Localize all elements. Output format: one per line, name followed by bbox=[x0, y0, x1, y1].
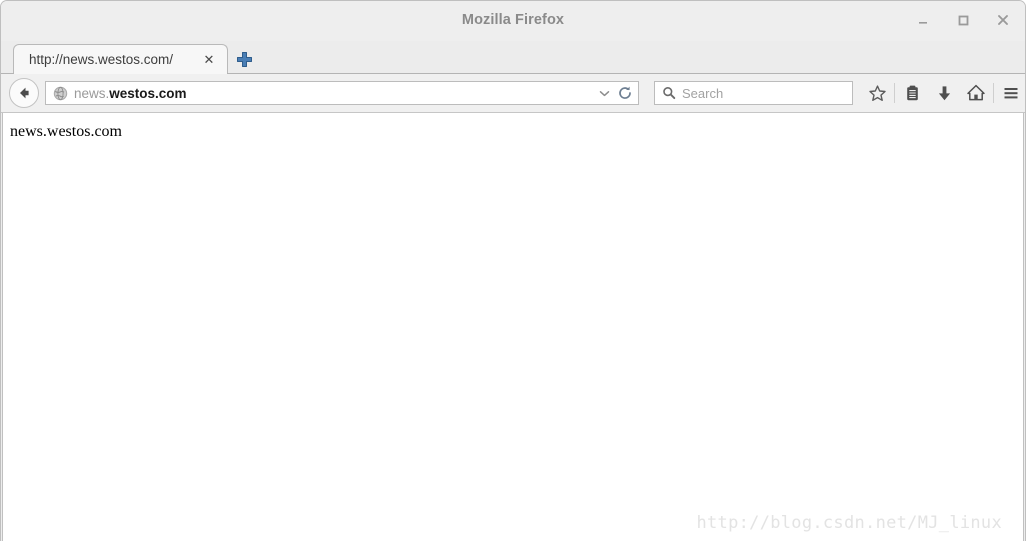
home-icon bbox=[967, 84, 985, 101]
download-arrow-icon bbox=[938, 85, 950, 100]
page-content-area: news.westos.com http://blog.csdn.net/MJ_… bbox=[2, 113, 1024, 541]
clipboard-icon bbox=[906, 85, 918, 100]
plus-icon bbox=[236, 51, 252, 67]
watermark-text: http://blog.csdn.net/MJ_linux bbox=[696, 513, 1002, 533]
close-icon bbox=[998, 15, 1008, 25]
tab-strip: http://news.westos.com/ ✕ bbox=[1, 41, 1025, 74]
search-icon bbox=[662, 86, 676, 100]
toolbar-separator bbox=[894, 83, 895, 103]
hamburger-menu-icon bbox=[1004, 88, 1018, 99]
maximize-button[interactable] bbox=[951, 9, 975, 31]
url-bar[interactable]: news.westos.com bbox=[45, 81, 639, 105]
tab-label: http://news.westos.com/ bbox=[29, 51, 174, 67]
home-button[interactable] bbox=[960, 79, 992, 107]
url-prefix: news. bbox=[74, 85, 110, 101]
toolbar-buttons bbox=[861, 79, 1025, 107]
minimize-icon bbox=[919, 22, 927, 24]
url-text: news.westos.com bbox=[74, 86, 594, 101]
menu-button[interactable] bbox=[995, 79, 1025, 107]
search-input[interactable]: Search bbox=[682, 86, 723, 101]
title-bar: Mozilla Firefox bbox=[1, 1, 1025, 41]
maximize-icon bbox=[958, 15, 969, 26]
new-tab-button[interactable] bbox=[234, 49, 254, 69]
toolbar-separator bbox=[993, 83, 994, 103]
reader-list-button[interactable] bbox=[896, 79, 928, 107]
close-button[interactable] bbox=[991, 9, 1015, 31]
downloads-button[interactable] bbox=[928, 79, 960, 107]
star-icon bbox=[868, 84, 886, 101]
url-dropdown-button[interactable] bbox=[594, 82, 614, 104]
globe-icon bbox=[53, 86, 68, 101]
window-controls bbox=[911, 9, 1015, 31]
browser-window: Mozilla Firefox http://news.westos.com/ bbox=[0, 0, 1026, 541]
back-arrow-icon bbox=[20, 87, 29, 99]
page-body-text: news.westos.com bbox=[10, 123, 122, 140]
reload-icon bbox=[619, 86, 631, 99]
minimize-button[interactable] bbox=[911, 9, 935, 31]
bookmark-star-button[interactable] bbox=[861, 79, 893, 107]
tab-active[interactable]: http://news.westos.com/ ✕ bbox=[13, 44, 228, 74]
back-button[interactable] bbox=[9, 78, 39, 108]
window-title: Mozilla Firefox bbox=[461, 12, 565, 28]
tab-close-button[interactable]: ✕ bbox=[201, 51, 217, 67]
reload-button[interactable] bbox=[614, 82, 636, 104]
chevron-down-icon bbox=[599, 90, 609, 96]
search-bar[interactable]: Search bbox=[654, 81, 853, 105]
url-domain: westos.com bbox=[109, 85, 187, 101]
navigation-toolbar: news.westos.com Search bbox=[1, 74, 1025, 113]
